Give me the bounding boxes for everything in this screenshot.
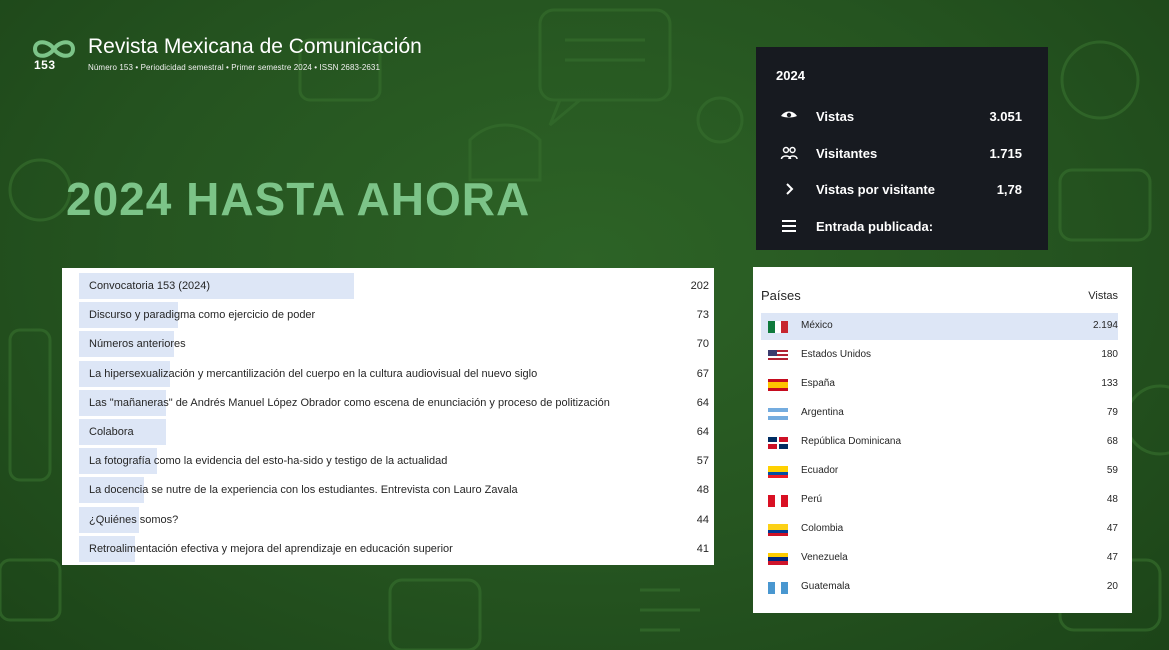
country-views: 47 bbox=[1106, 552, 1118, 563]
usa-flag-icon bbox=[768, 350, 788, 362]
stat-label: Visitantes bbox=[816, 146, 878, 161]
post-title[interactable]: ¿Quiénes somos? bbox=[89, 514, 178, 526]
country-name[interactable]: Ecuador bbox=[801, 465, 838, 476]
journal-title: Revista Mexicana de Comunicación bbox=[88, 35, 422, 58]
colombia-flag-icon bbox=[768, 524, 788, 536]
post-title[interactable]: Colabora bbox=[89, 426, 134, 438]
post-views: 57 bbox=[696, 455, 709, 468]
ecuador-flag-icon bbox=[768, 466, 788, 478]
list-icon bbox=[780, 217, 798, 235]
country-name[interactable]: Argentina bbox=[801, 407, 844, 418]
country-views: 2.194 bbox=[1092, 320, 1118, 331]
eye-icon bbox=[780, 107, 798, 125]
post-title[interactable]: La docencia se nutre de la experiencia c… bbox=[89, 484, 518, 496]
post-views: 41 bbox=[696, 542, 709, 555]
post-views: 202 bbox=[690, 280, 709, 292]
countries-table: Países Vistas México 2.194 Estados Unidos 1… bbox=[753, 267, 1132, 613]
stats-card: 2024 Vistas 3.051 Visitantes 1.715 Vista… bbox=[756, 47, 1048, 250]
stat-row-vistas-por-visitante: Vistas por visitante 1,78 bbox=[756, 180, 1048, 200]
country-name[interactable]: Perú bbox=[801, 494, 822, 505]
country-row[interactable]: Guatemala 20 bbox=[761, 574, 1118, 601]
stat-row-vistas: Vistas 3.051 bbox=[756, 107, 1048, 127]
post-title[interactable]: La hipersexualización y mercantilización… bbox=[89, 368, 537, 380]
spain-flag-icon bbox=[768, 379, 788, 391]
post-row[interactable]: La docencia se nutre de la experiencia c… bbox=[79, 477, 709, 504]
country-views: 68 bbox=[1106, 436, 1118, 447]
headline: 2024 HASTA AHORA bbox=[66, 173, 531, 225]
dominican-republic-flag-icon bbox=[768, 437, 788, 449]
country-views: 59 bbox=[1106, 465, 1118, 476]
post-row[interactable]: Convocatoria 153 (2024) 202 bbox=[79, 273, 709, 299]
post-title[interactable]: Discurso y paradigma como ejercicio de p… bbox=[89, 309, 315, 321]
country-views: 79 bbox=[1106, 407, 1118, 418]
post-views: 73 bbox=[696, 309, 709, 322]
country-row[interactable]: España 133 bbox=[761, 371, 1118, 398]
country-name[interactable]: España bbox=[801, 378, 835, 389]
post-views: 64 bbox=[696, 396, 709, 409]
country-name[interactable]: Venezuela bbox=[801, 552, 848, 563]
stat-value: 1.715 bbox=[989, 146, 1022, 161]
post-title[interactable]: Convocatoria 153 (2024) bbox=[89, 280, 210, 292]
post-title[interactable]: Las "mañaneras" de Andrés Manuel López O… bbox=[89, 397, 610, 409]
country-views: 133 bbox=[1101, 378, 1118, 389]
country-views: 48 bbox=[1106, 494, 1118, 505]
journal-subtitle: Número 153 • Periodicidad semestral • Pr… bbox=[88, 63, 381, 72]
chevron-right-icon bbox=[780, 180, 798, 198]
venezuela-flag-icon bbox=[768, 553, 788, 565]
post-views: 67 bbox=[696, 367, 709, 380]
country-row[interactable]: México 2.194 bbox=[761, 313, 1118, 340]
stat-value: 1,78 bbox=[996, 182, 1022, 197]
guatemala-flag-icon bbox=[768, 582, 788, 594]
post-row[interactable]: La fotografía como la evidencia del esto… bbox=[79, 448, 709, 475]
country-name[interactable]: Estados Unidos bbox=[801, 349, 871, 360]
country-row[interactable]: Argentina 79 bbox=[761, 400, 1118, 427]
issue-number: 153 bbox=[34, 58, 56, 72]
stats-year: 2024 bbox=[776, 68, 805, 83]
post-title[interactable]: La fotografía como la evidencia del esto… bbox=[89, 455, 447, 467]
countries-column-header: Vistas bbox=[1088, 290, 1118, 302]
top-posts-table: Convocatoria 153 (2024) 202 Discurso y par… bbox=[62, 268, 714, 565]
peru-flag-icon bbox=[768, 495, 788, 507]
post-row[interactable]: Números anteriores 70 bbox=[79, 331, 709, 358]
argentina-flag-icon bbox=[768, 408, 788, 420]
post-row[interactable]: La hipersexualización y mercantilización… bbox=[79, 360, 709, 387]
post-views: 70 bbox=[696, 338, 709, 351]
stat-label: Entrada publicada: bbox=[816, 219, 934, 234]
country-views: 180 bbox=[1101, 349, 1118, 360]
stat-value: 3.051 bbox=[989, 109, 1022, 124]
country-name[interactable]: México bbox=[801, 320, 833, 331]
post-views: 48 bbox=[696, 484, 709, 497]
stat-label: Vistas por visitante bbox=[816, 182, 935, 197]
stat-row-entrada-publicada: Entrada publicada: bbox=[756, 217, 1048, 237]
post-views: 64 bbox=[696, 426, 709, 438]
post-title[interactable]: Retroalimentación efectiva y mejora del … bbox=[89, 543, 453, 555]
country-row[interactable]: Estados Unidos 180 bbox=[761, 342, 1118, 369]
country-row[interactable]: República Dominicana 68 bbox=[761, 429, 1118, 456]
stat-label: Vistas bbox=[816, 109, 855, 124]
country-row[interactable]: Perú 48 bbox=[761, 487, 1118, 514]
country-row[interactable]: Colombia 47 bbox=[761, 516, 1118, 543]
countries-title: Países bbox=[761, 288, 801, 303]
country-name[interactable]: Colombia bbox=[801, 523, 843, 534]
post-row[interactable]: Las "mañaneras" de Andrés Manuel López O… bbox=[79, 389, 709, 416]
country-views: 47 bbox=[1106, 523, 1118, 534]
post-row[interactable]: Retroalimentación efectiva y mejora del … bbox=[79, 535, 709, 562]
people-icon bbox=[780, 144, 798, 162]
mexico-flag-icon bbox=[768, 321, 788, 333]
country-row[interactable]: Venezuela 47 bbox=[761, 545, 1118, 572]
post-row[interactable]: ¿Quiénes somos? 44 bbox=[79, 506, 709, 533]
country-name[interactable]: República Dominicana bbox=[801, 436, 901, 447]
post-views: 44 bbox=[696, 513, 709, 526]
post-row[interactable]: Colabora 64 bbox=[79, 419, 709, 445]
stat-row-visitantes: Visitantes 1.715 bbox=[756, 144, 1048, 164]
country-row[interactable]: Ecuador 59 bbox=[761, 458, 1118, 485]
post-title[interactable]: Números anteriores bbox=[89, 338, 186, 350]
post-row[interactable]: Discurso y paradigma como ejercicio de p… bbox=[79, 302, 709, 329]
country-name[interactable]: Guatemala bbox=[801, 581, 850, 592]
country-views: 20 bbox=[1106, 581, 1118, 592]
